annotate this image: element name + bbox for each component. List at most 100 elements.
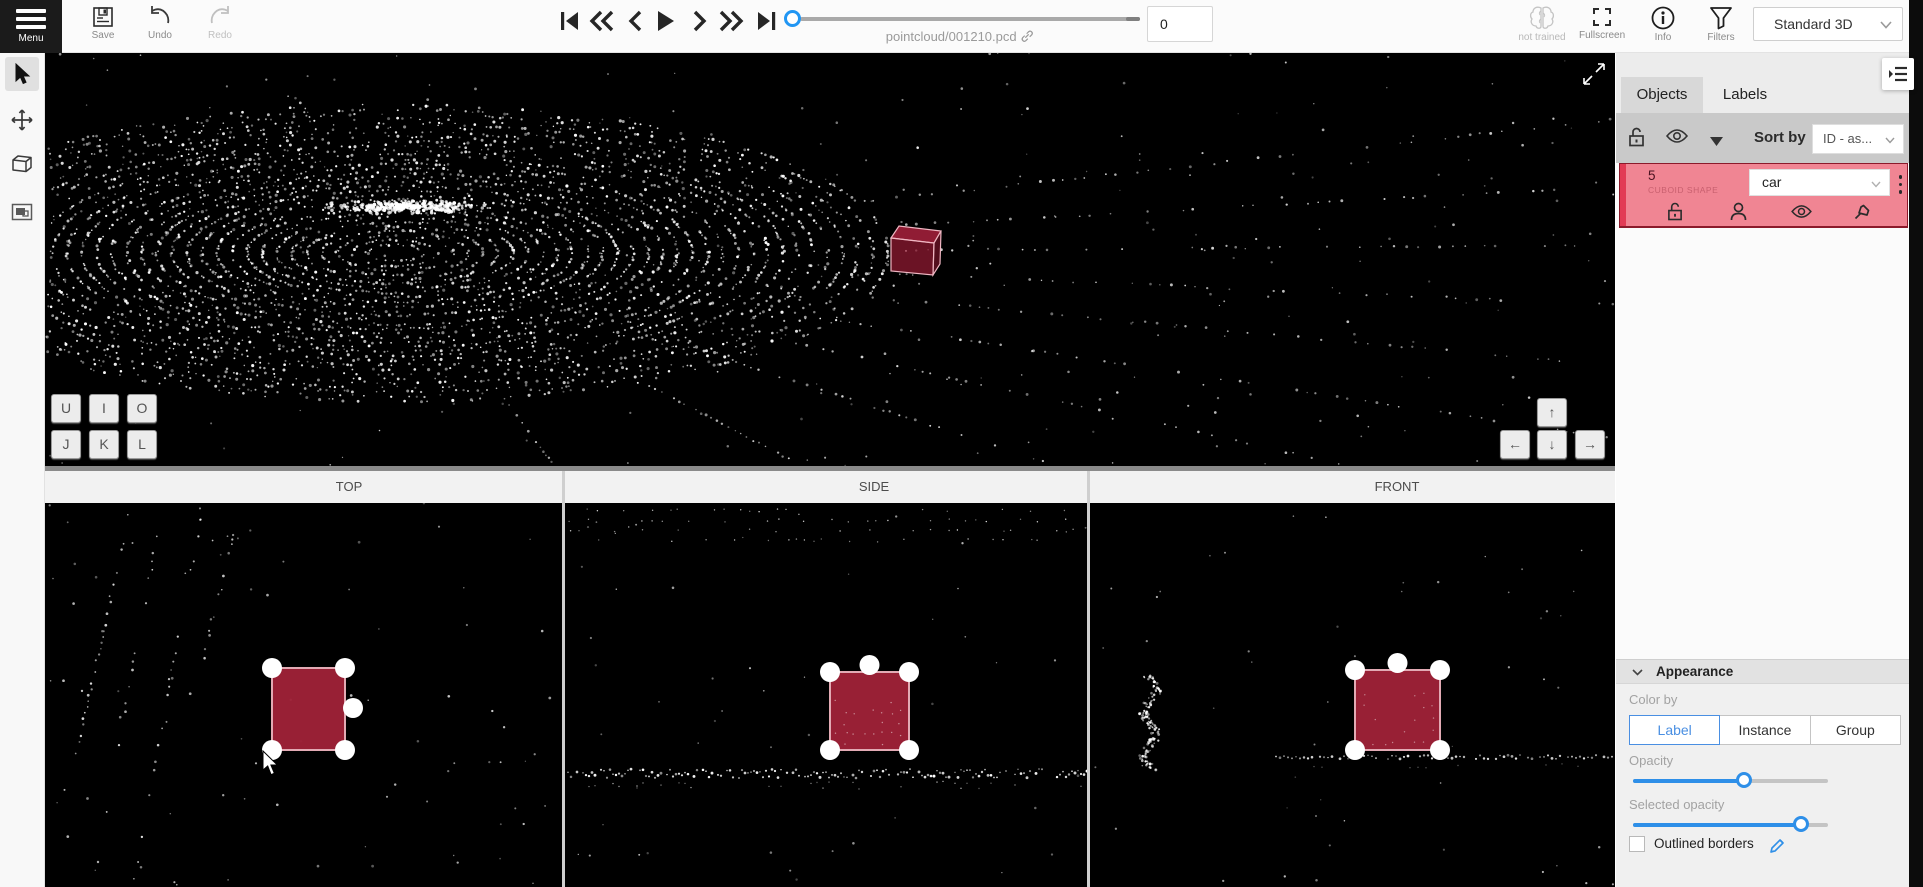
arrow-up-key[interactable]: ↑ <box>1537 398 1567 427</box>
box-resize-handle[interactable] <box>1388 653 1408 673</box>
side-view[interactable] <box>565 503 1132 887</box>
tab-labels[interactable]: Labels <box>1703 77 1787 113</box>
box-resize-handle[interactable] <box>343 698 363 718</box>
object-category-select[interactable]: car <box>1749 169 1890 196</box>
expand-view-icon[interactable] <box>1581 61 1607 87</box>
visibility-all-button[interactable] <box>1666 128 1688 149</box>
opacity-label: Opacity <box>1629 753 1673 768</box>
color-by-label-option[interactable]: Label <box>1629 715 1720 745</box>
fast-forward-icon <box>717 8 745 34</box>
lock-open-icon <box>1628 127 1645 147</box>
info-button[interactable]: Info <box>1640 5 1686 43</box>
object-lock-button[interactable] <box>1667 202 1683 226</box>
select-tool-button[interactable] <box>5 57 39 91</box>
top-view[interactable] <box>45 503 562 887</box>
image-overlay-tool-button[interactable] <box>5 195 39 229</box>
next-frame-button[interactable] <box>684 8 714 36</box>
box-resize-handle[interactable] <box>1430 740 1450 760</box>
color-by-label: Color by <box>1629 692 1677 707</box>
sort-by-value: ID - as... <box>1823 131 1872 146</box>
color-by-instance-option[interactable]: Instance <box>1720 715 1810 745</box>
box-resize-handle[interactable] <box>1345 740 1365 760</box>
tab-objects[interactable]: Objects <box>1621 77 1703 113</box>
skip-to-start-button[interactable] <box>554 8 584 36</box>
redo-icon <box>207 5 233 29</box>
arrow-down-key[interactable]: ↓ <box>1537 430 1567 459</box>
left-tool-sidebar <box>0 53 45 887</box>
undo-button[interactable]: Undo <box>137 5 183 41</box>
main-3d-viewport[interactable]: U I O J K L ↑ ← ↓ → <box>45 53 1615 466</box>
skip-to-end-icon <box>754 8 780 34</box>
expand-all-button[interactable] <box>1710 133 1723 151</box>
box-resize-handle[interactable] <box>899 662 919 682</box>
filters-button[interactable]: Filters <box>1698 5 1744 43</box>
ml-model-button[interactable]: not trained <box>1516 5 1568 43</box>
key-i[interactable]: I <box>89 394 119 423</box>
key-k[interactable]: K <box>89 430 119 459</box>
selected-opacity-slider-handle[interactable] <box>1793 816 1809 832</box>
object-list-toolbar: Sort by ID - as... <box>1616 113 1909 163</box>
box-resize-handle[interactable] <box>1430 660 1450 680</box>
object-visibility-button[interactable] <box>1791 204 1812 224</box>
key-u[interactable]: U <box>51 394 81 423</box>
timeline-slider[interactable] <box>800 17 1140 21</box>
appearance-section: Color by Label Instance Group Opacity Se… <box>1616 684 1909 887</box>
skip-to-end-button[interactable] <box>752 8 782 36</box>
move-tool-button[interactable] <box>5 103 39 137</box>
timeline-handle[interactable] <box>784 10 801 27</box>
chevron-down-icon <box>1880 21 1892 29</box>
chevron-down-icon <box>1871 181 1881 188</box>
fast-rewind-button[interactable] <box>587 8 617 36</box>
object-pin-button[interactable] <box>1853 202 1872 226</box>
not-trained-label: not trained <box>1516 32 1568 43</box>
ortho-views <box>45 503 1615 887</box>
point-cloud-3d <box>45 53 1615 466</box>
eye-icon <box>1791 204 1812 219</box>
top-toolbar: Menu Save Undo Redo <box>0 0 1923 53</box>
key-l[interactable]: L <box>127 430 157 459</box>
frame-number-input[interactable] <box>1147 6 1213 42</box>
box-resize-handle[interactable] <box>899 740 919 760</box>
sort-by-label: Sort by <box>1754 129 1806 146</box>
box-resize-handle[interactable] <box>820 662 840 682</box>
object-menu-button[interactable] <box>1899 171 1903 198</box>
box-resize-handle[interactable] <box>860 655 880 675</box>
redo-button[interactable]: Redo <box>197 5 243 41</box>
outlined-borders-checkbox[interactable] <box>1629 836 1645 852</box>
menu-button[interactable]: Menu <box>0 0 62 53</box>
side-view-canvas <box>565 503 1132 887</box>
edit-style-pencil-icon[interactable] <box>1769 837 1786 854</box>
opacity-slider[interactable] <box>1633 772 1828 788</box>
object-card[interactable]: 5 CUBOID SHAPE car <box>1619 163 1908 228</box>
color-by-group-option[interactable]: Group <box>1811 715 1901 745</box>
key-o[interactable]: O <box>127 394 157 423</box>
object-assignee-button[interactable] <box>1730 202 1747 226</box>
fast-forward-button[interactable] <box>716 8 746 36</box>
box-resize-handle[interactable] <box>1345 660 1365 680</box>
view-mode-select[interactable]: Standard 3D <box>1753 7 1903 41</box>
box-resize-handle[interactable] <box>335 658 355 678</box>
lock-all-button[interactable] <box>1628 127 1645 152</box>
arrow-left-key[interactable]: ← <box>1500 430 1530 459</box>
lock-open-icon <box>1667 202 1683 221</box>
front-view[interactable] <box>1090 503 1615 887</box>
save-button[interactable]: Save <box>80 5 126 41</box>
fullscreen-button[interactable]: Fullscreen <box>1579 5 1625 41</box>
arrow-right-key[interactable]: → <box>1575 430 1605 459</box>
opacity-slider-handle[interactable] <box>1736 772 1752 788</box>
key-j[interactable]: J <box>51 430 81 459</box>
collapse-panel-button[interactable] <box>1882 58 1914 90</box>
person-icon <box>1730 202 1747 221</box>
box-resize-handle[interactable] <box>335 740 355 760</box>
hamburger-icon <box>16 9 46 29</box>
triangle-down-icon <box>1710 137 1723 146</box>
sort-by-select[interactable]: ID - as... <box>1812 124 1904 154</box>
selected-opacity-slider[interactable] <box>1633 816 1828 832</box>
previous-frame-button[interactable] <box>621 8 651 36</box>
selected-opacity-label: Selected opacity <box>1629 797 1724 812</box>
box-resize-handle[interactable] <box>820 740 840 760</box>
appearance-section-header[interactable]: Appearance <box>1616 659 1909 684</box>
cuboid-tool-button[interactable] <box>5 147 39 181</box>
play-button[interactable] <box>650 8 680 36</box>
box-resize-handle[interactable] <box>262 658 282 678</box>
